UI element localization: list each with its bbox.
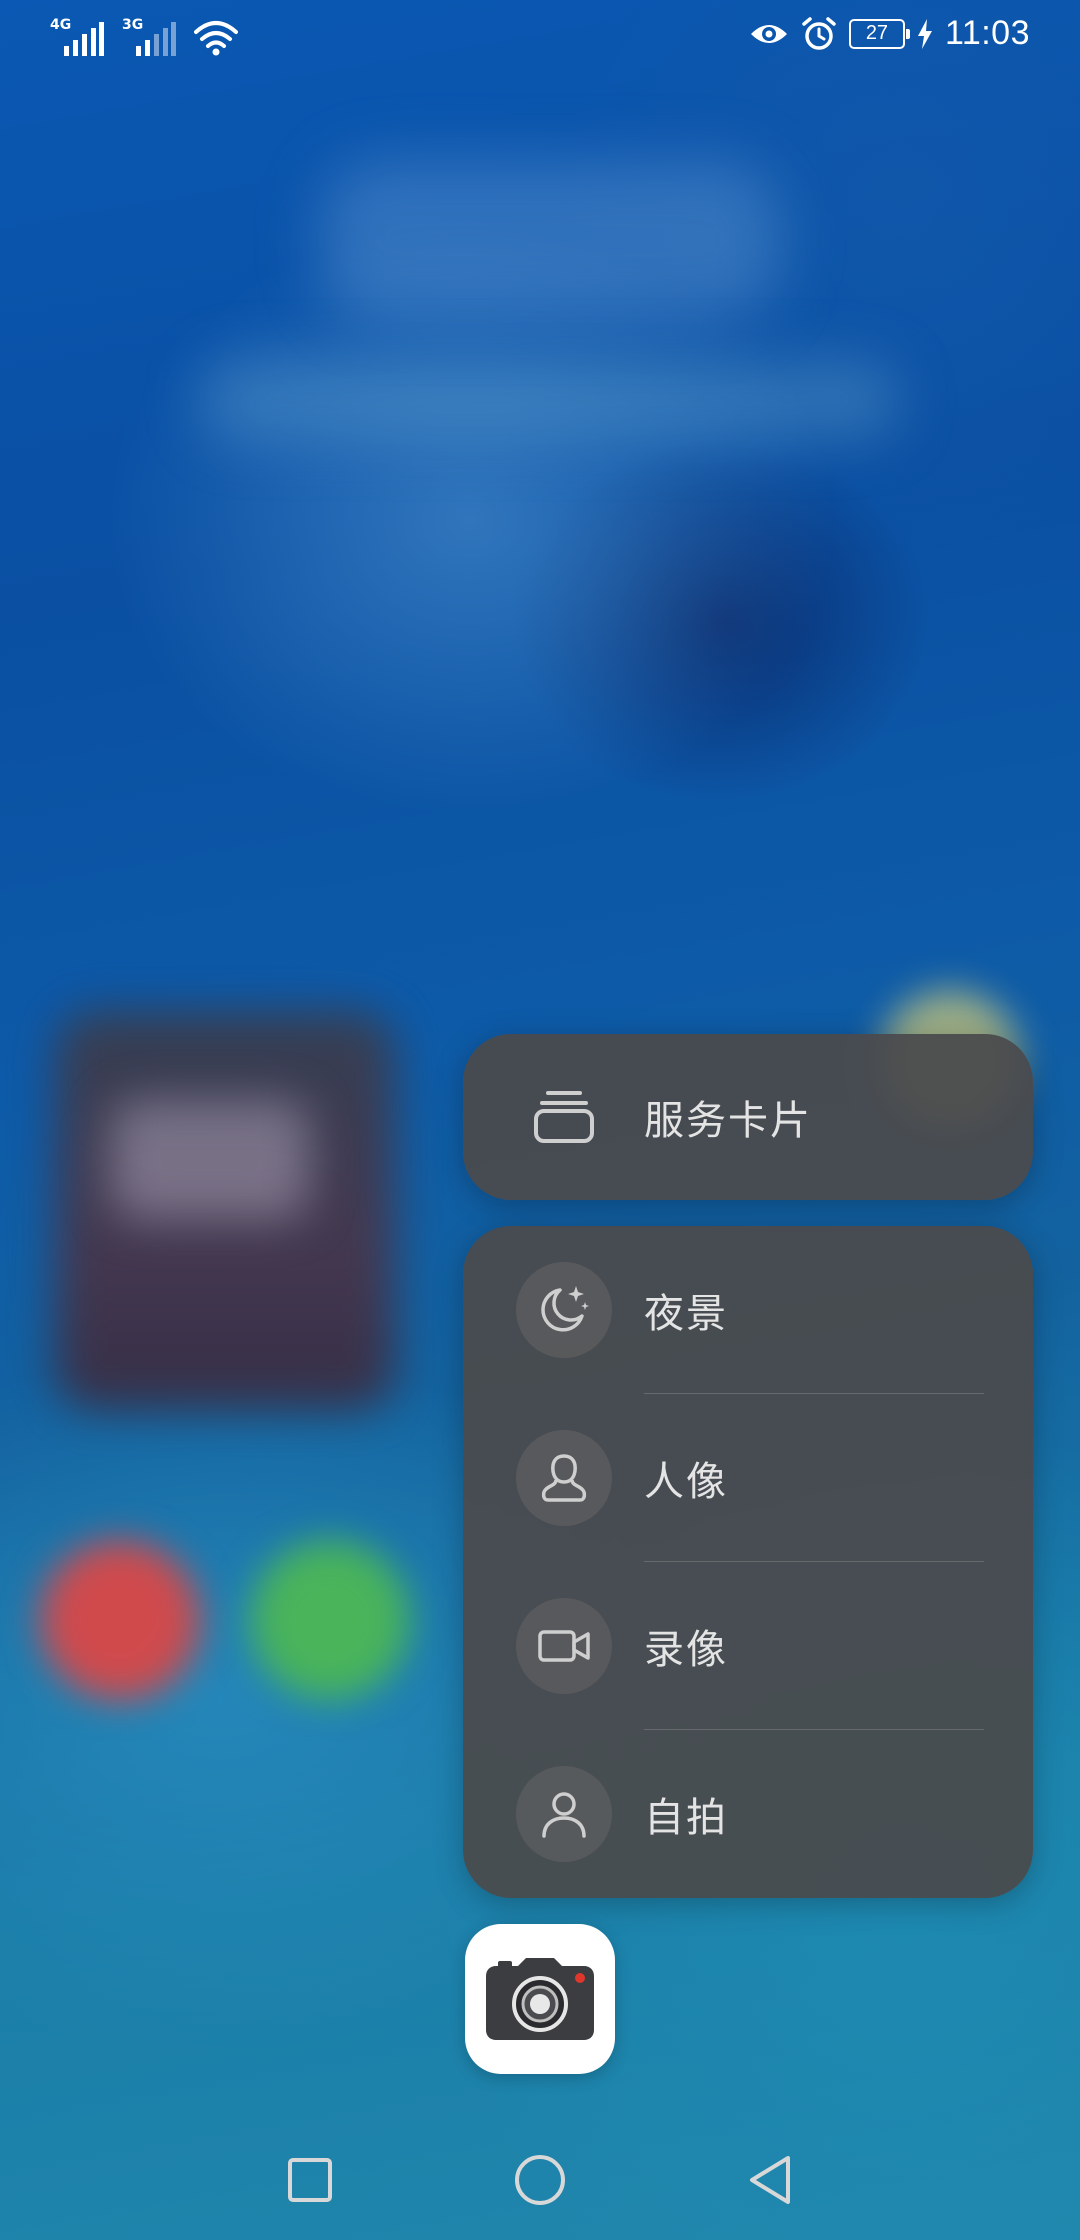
blurred-app-icon-red: [40, 1540, 200, 1700]
signal-icon: [64, 22, 104, 56]
menu-item-selfie[interactable]: 自拍: [463, 1730, 1033, 1898]
blurred-date-widget: [200, 360, 900, 440]
service-card-icon: [516, 1069, 612, 1165]
camera-shortcuts-menu: 夜景 人像 录像 自拍: [463, 1226, 1033, 1898]
recent-apps-icon: [288, 2158, 332, 2202]
home-button[interactable]: [495, 2140, 585, 2220]
blurred-music-widget-art: [110, 1100, 310, 1220]
selfie-icon: [516, 1766, 612, 1862]
blurred-app-icon-green: [250, 1540, 410, 1700]
sim2-signal: 3G: [122, 18, 176, 56]
blurred-clock-widget: [320, 160, 780, 320]
signal-icon: [136, 22, 176, 56]
back-button[interactable]: [725, 2140, 815, 2220]
menu-item-service-card[interactable]: 服务卡片: [463, 1034, 1033, 1200]
night-mode-label: 夜景: [644, 1291, 728, 1337]
portrait-icon: [516, 1430, 612, 1526]
sim1-signal: 4G: [50, 18, 104, 56]
network-indicators: 4G 3G: [50, 18, 238, 56]
clock-time: 11:03: [944, 14, 1030, 52]
system-indicators: 27 11:03: [749, 14, 1030, 53]
camera-app-icon[interactable]: [465, 1924, 615, 2074]
charging-icon: [917, 18, 932, 49]
video-label: 录像: [644, 1627, 728, 1673]
menu-item-video[interactable]: 录像: [463, 1562, 1033, 1730]
camera-icon: [486, 1958, 594, 2040]
home-icon: [515, 2155, 565, 2205]
recent-apps-button[interactable]: [265, 2140, 355, 2220]
menu-item-portrait[interactable]: 人像: [463, 1394, 1033, 1562]
night-mode-icon: [516, 1262, 612, 1358]
status-bar: 4G 3G 27 11:03: [0, 0, 1080, 80]
battery-level: 27: [865, 22, 889, 44]
service-card-label: 服务卡片: [644, 1098, 812, 1144]
eye-comfort-icon: [750, 24, 787, 43]
menu-item-night[interactable]: 夜景: [463, 1226, 1033, 1394]
video-icon: [516, 1598, 612, 1694]
alarm-icon: [802, 16, 836, 50]
battery-icon: 27: [848, 18, 910, 49]
selfie-label: 自拍: [644, 1795, 728, 1841]
wifi-icon: [194, 21, 238, 56]
portrait-label: 人像: [644, 1459, 728, 1505]
service-card-menu[interactable]: 服务卡片: [463, 1034, 1033, 1200]
back-icon: [750, 2156, 790, 2204]
